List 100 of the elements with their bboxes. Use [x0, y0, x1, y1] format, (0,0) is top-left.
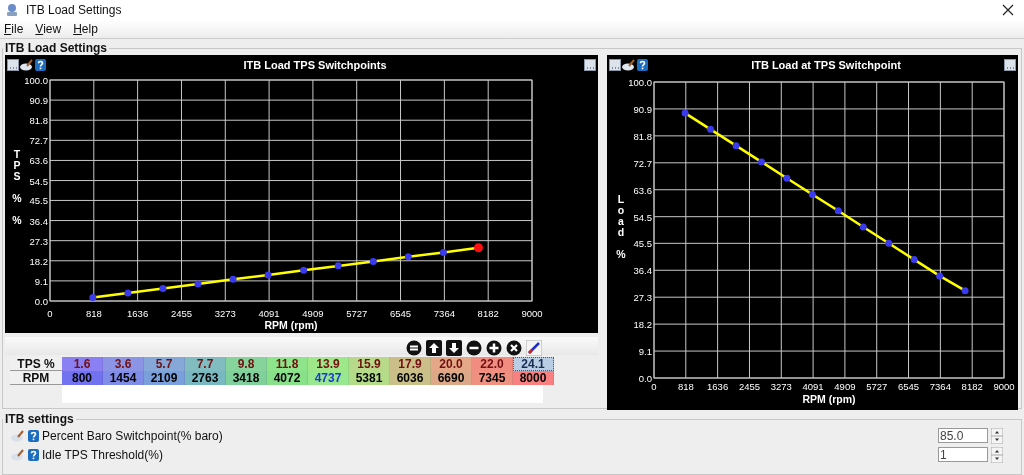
tick-label: 72.7 — [633, 157, 652, 169]
selected-point[interactable] — [473, 243, 483, 253]
brush-icon[interactable] — [622, 58, 636, 71]
options-button[interactable] — [1004, 58, 1016, 71]
tick-label: 27.3 — [633, 292, 652, 304]
options-button[interactable] — [7, 58, 19, 71]
spin-down-button[interactable] — [991, 435, 1003, 444]
tick-label: 3273 — [770, 380, 792, 392]
row-header: TPS % — [10, 357, 62, 371]
pen-icon[interactable] — [526, 340, 542, 356]
tick-label: 1636 — [707, 380, 729, 392]
table-cell[interactable]: 800 — [62, 371, 103, 385]
data-point[interactable] — [808, 190, 816, 198]
data-point[interactable] — [439, 248, 447, 256]
menu-item[interactable]: Help — [72, 22, 99, 36]
axis-title: RPM (rpm) — [264, 318, 318, 331]
tick-label: 90.9 — [29, 95, 48, 106]
close-icon[interactable] — [1002, 4, 1014, 16]
data-point[interactable] — [369, 257, 377, 265]
table-cell[interactable]: 3418 — [226, 371, 267, 385]
tick-label: 2455 — [170, 307, 193, 319]
table-cell[interactable]: 5381 — [349, 371, 390, 385]
arrow-up-icon[interactable] — [426, 340, 442, 356]
tick-label: 5727 — [346, 307, 368, 319]
table-cell[interactable]: 17.9 — [390, 357, 431, 371]
options-button[interactable] — [609, 58, 621, 71]
table-cell[interactable]: 8000 — [513, 371, 554, 385]
tick-label: 4909 — [302, 307, 324, 319]
tick-label: 5727 — [866, 380, 888, 392]
tick-label: 818 — [85, 307, 102, 319]
table-cell[interactable]: 7.7 — [185, 357, 226, 371]
data-point[interactable] — [936, 272, 944, 280]
menu-item[interactable]: View — [34, 22, 63, 36]
equals-icon[interactable] — [406, 340, 422, 356]
data-point[interactable] — [334, 262, 342, 270]
spin-up-button[interactable] — [991, 446, 1003, 455]
edit-icon[interactable] — [11, 429, 25, 442]
edit-icon[interactable] — [11, 448, 25, 461]
table-cell[interactable]: 4737 — [308, 371, 349, 385]
table-cell[interactable]: 24.1 — [513, 357, 554, 371]
close-icon[interactable] — [506, 340, 522, 356]
data-point[interactable] — [89, 293, 97, 301]
tick-label: 100.0 — [628, 76, 652, 88]
table-cell[interactable]: 13.9 — [308, 357, 349, 371]
data-point[interactable] — [707, 125, 715, 133]
table-cell[interactable]: 22.0 — [472, 357, 513, 371]
data-point[interactable] — [194, 280, 202, 288]
data-point[interactable] — [681, 109, 689, 117]
table-cell[interactable]: 7345 — [472, 371, 513, 385]
axis-title: RPM (rpm) — [802, 392, 856, 405]
data-point[interactable] — [910, 256, 918, 263]
spin-down-button[interactable] — [991, 454, 1003, 463]
spin-up-button[interactable] — [991, 427, 1003, 436]
tick-label: 36.4 — [633, 265, 652, 277]
table-cell[interactable]: 1.6 — [62, 357, 103, 371]
number-field[interactable]: 1 — [938, 447, 988, 462]
number-field[interactable]: 85.0 — [938, 428, 988, 443]
table-cell[interactable]: 11.8 — [267, 357, 308, 371]
table-cell[interactable]: 1454 — [103, 371, 144, 385]
menu-item[interactable]: File — [3, 22, 25, 36]
arrow-down-icon[interactable] — [446, 340, 462, 356]
tick-label: 4091 — [802, 380, 824, 392]
table-cell[interactable]: 6690 — [431, 371, 472, 385]
table-cell[interactable]: 9.8 — [226, 357, 267, 371]
data-point[interactable] — [885, 239, 893, 247]
table-cell[interactable]: 6036 — [390, 371, 431, 385]
tick-label: 18.2 — [29, 255, 48, 267]
data-point[interactable] — [757, 158, 765, 166]
tick-label: 0.0 — [34, 295, 48, 307]
table-cell[interactable]: 3.6 — [103, 357, 144, 371]
table-cell[interactable]: 4072 — [267, 371, 308, 385]
table-cell[interactable]: 2109 — [144, 371, 185, 385]
tick-label: 6545 — [897, 380, 920, 392]
data-point[interactable] — [783, 174, 791, 182]
data-point[interactable] — [732, 142, 740, 150]
table-cell[interactable]: 5.7 — [144, 357, 185, 371]
group-title: ITB settings — [4, 412, 75, 426]
tick-label: 9.1 — [638, 345, 652, 357]
data-point[interactable] — [961, 287, 969, 295]
options-button[interactable] — [584, 58, 596, 71]
data-point[interactable] — [859, 223, 867, 231]
data-point[interactable] — [159, 284, 167, 292]
tick-label: 81.8 — [29, 115, 48, 127]
data-point[interactable] — [834, 207, 842, 215]
minus-icon[interactable] — [466, 340, 482, 356]
table-cell[interactable]: 15.9 — [349, 357, 390, 371]
brush-icon[interactable] — [20, 58, 34, 71]
help-icon[interactable] — [35, 58, 46, 71]
table-cell[interactable]: 2763 — [185, 371, 226, 385]
data-point[interactable] — [404, 253, 412, 261]
data-point[interactable] — [124, 289, 132, 297]
help-icon[interactable] — [637, 58, 648, 71]
tick-label: 7364 — [433, 307, 455, 319]
data-point[interactable] — [264, 271, 272, 279]
tick-label: 7364 — [929, 380, 951, 392]
table-cell[interactable]: 20.0 — [431, 357, 472, 371]
plus-icon[interactable] — [486, 340, 502, 356]
tick-label: 63.6 — [29, 155, 48, 167]
data-point[interactable] — [229, 275, 237, 283]
data-point[interactable] — [300, 266, 308, 274]
